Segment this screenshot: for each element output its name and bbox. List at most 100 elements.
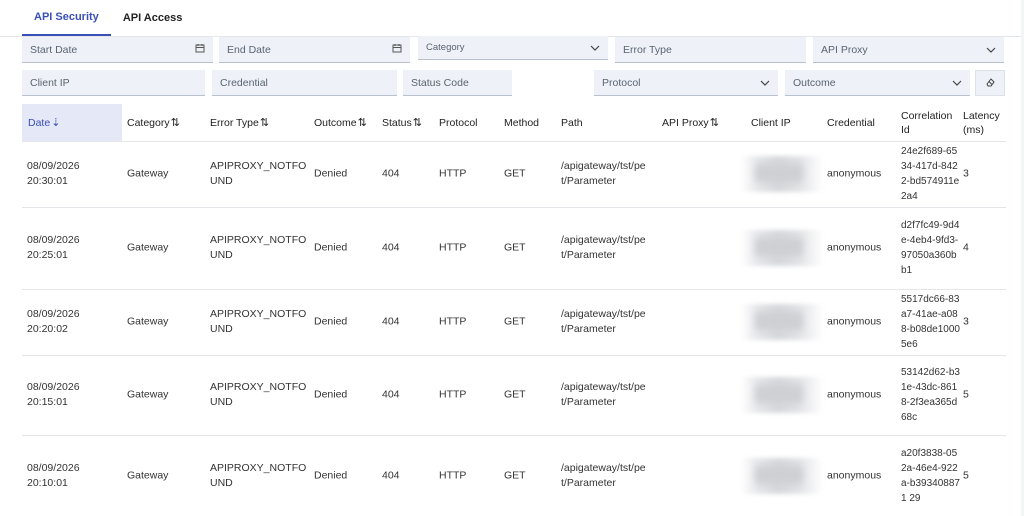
error-type-cell: APIPROXY_NOTFO UND	[210, 308, 307, 335]
column-header-path: Path	[561, 104, 583, 141]
column-header-path-label: Path	[561, 116, 583, 129]
column-header-outcome[interactable]: Outcome ⇅	[314, 104, 367, 141]
credential-cell: anonymous	[827, 388, 882, 401]
date-cell: 08/09/2026 20:20:02	[27, 308, 80, 335]
api-proxy-placeholder: API Proxy	[821, 43, 868, 56]
protocol-select[interactable]: Protocol	[594, 70, 778, 96]
category-select[interactable]: Category	[418, 36, 608, 60]
clear-filters-button[interactable]	[975, 70, 1005, 96]
date-cell: 08/09/2026 20:30:01	[27, 160, 80, 187]
category-cell: Gateway	[127, 315, 169, 328]
sort-desc-icon[interactable]: ⇣	[51, 116, 60, 129]
client-ip-redacted	[741, 156, 823, 192]
column-header-outcome-label: Outcome	[314, 116, 357, 129]
client-ip-placeholder: Client IP	[30, 76, 70, 89]
start-date-field[interactable]: Start Date	[22, 37, 213, 63]
tab-api-security[interactable]: API Security	[22, 0, 111, 36]
path-cell: /apigateway/tst/pe t/Parameter	[561, 381, 646, 408]
path-cell: /apigateway/tst/pe t/Parameter	[561, 160, 646, 187]
path-cell: /apigateway/tst/pe t/Parameter	[561, 462, 646, 489]
outcome-select[interactable]: Outcome	[785, 70, 970, 96]
date-cell: 08/09/2026 20:25:01	[27, 234, 80, 261]
outcome-cell: Denied	[314, 388, 348, 401]
end-date-field[interactable]: End Date	[219, 37, 410, 63]
protocol-cell: HTTP	[439, 315, 467, 328]
column-header-api-proxy[interactable]: API Proxy ⇅	[662, 104, 719, 141]
outcome-cell: Denied	[314, 315, 348, 328]
category-cell: Gateway	[127, 241, 169, 254]
method-cell: GET	[504, 315, 526, 328]
protocol-cell: HTTP	[439, 388, 467, 401]
column-header-protocol: Protocol	[439, 104, 478, 141]
credential-cell: anonymous	[827, 241, 882, 254]
calendar-icon[interactable]	[392, 43, 402, 56]
column-header-category[interactable]: Category ⇅	[127, 104, 180, 141]
client-ip-field[interactable]: Client IP	[22, 70, 205, 96]
latency-cell: 3	[963, 315, 969, 328]
chevron-down-icon	[952, 77, 962, 89]
chevron-down-icon	[760, 77, 770, 89]
method-cell: GET	[504, 241, 526, 254]
date-cell: 08/09/2026 20:10:01	[27, 462, 80, 489]
category-cell: Gateway	[127, 469, 169, 482]
chevron-down-icon	[590, 42, 600, 54]
outcome-cell: Denied	[314, 167, 348, 180]
row-divider	[22, 435, 1006, 436]
path-cell: /apigateway/tst/pe t/Parameter	[561, 308, 646, 335]
column-header-status[interactable]: Status ⇅	[382, 104, 422, 141]
sort-icon[interactable]: ⇅	[710, 116, 719, 129]
client-ip-redacted	[741, 230, 823, 266]
error-type-cell: APIPROXY_NOTFO UND	[210, 462, 307, 489]
client-ip-redacted	[741, 458, 823, 494]
correlation-id-cell: 5517dc66-83a7-41ae-a088-b08de10005e6	[901, 294, 960, 350]
correlation-id-cell: 53142d62-b31e-43dc-8618-2f3ea365d68c	[901, 367, 960, 423]
latency-cell: 4	[963, 241, 969, 254]
client-ip-redacted	[741, 304, 823, 340]
chevron-down-icon	[986, 44, 996, 56]
sort-icon[interactable]: ⇅	[260, 116, 269, 129]
sort-icon[interactable]: ⇅	[413, 116, 422, 129]
latency-cell: 5	[963, 469, 969, 482]
latency-cell: 3	[963, 167, 969, 180]
eraser-icon	[985, 77, 995, 90]
tab-bar: API Security API Access	[22, 0, 194, 36]
error-type-cell: APIPROXY_NOTFO UND	[210, 381, 307, 408]
column-header-credential: Credential	[827, 104, 875, 141]
status-cell: 404	[382, 167, 400, 180]
category-cell: Gateway	[127, 167, 169, 180]
column-header-error-type[interactable]: Error Type ⇅	[210, 104, 269, 141]
sort-icon[interactable]: ⇅	[358, 116, 367, 129]
status-cell: 404	[382, 315, 400, 328]
category-placeholder: Category	[426, 42, 465, 53]
error-type-placeholder: Error Type	[623, 43, 672, 56]
status-cell: 404	[382, 469, 400, 482]
column-header-credential-label: Credential	[827, 116, 875, 129]
status-code-field[interactable]: Status Code	[403, 70, 512, 96]
column-header-correlation-id-label: Correlation Id	[901, 109, 953, 136]
calendar-icon[interactable]	[195, 43, 205, 56]
column-header-api-proxy-label: API Proxy	[662, 116, 709, 129]
client-ip-redacted	[741, 377, 823, 413]
credential-cell: anonymous	[827, 167, 882, 180]
sort-icon[interactable]: ⇅	[171, 116, 180, 129]
column-header-date[interactable]: Date ⇣	[22, 104, 122, 141]
credential-field[interactable]: Credential	[212, 70, 397, 96]
credential-cell: anonymous	[827, 315, 882, 328]
protocol-cell: HTTP	[439, 469, 467, 482]
column-header-latency: Latency (ms)	[963, 104, 1003, 141]
end-date-placeholder: End Date	[227, 43, 271, 56]
column-header-method: Method	[504, 104, 539, 141]
latency-cell: 5	[963, 388, 969, 401]
protocol-cell: HTTP	[439, 241, 467, 254]
protocol-cell: HTTP	[439, 167, 467, 180]
error-type-cell: APIPROXY_NOTFO UND	[210, 160, 307, 187]
column-header-status-label: Status	[382, 116, 412, 129]
credential-placeholder: Credential	[220, 76, 268, 89]
outcome-cell: Denied	[314, 469, 348, 482]
status-cell: 404	[382, 241, 400, 254]
api-proxy-select[interactable]: API Proxy	[813, 37, 1004, 63]
tab-api-access[interactable]: API Access	[111, 0, 195, 36]
correlation-id-cell: a20f3838-052a-46e4-922a-b393408871 29	[901, 448, 960, 504]
error-type-field[interactable]: Error Type	[615, 37, 806, 63]
outcome-placeholder: Outcome	[793, 76, 836, 89]
